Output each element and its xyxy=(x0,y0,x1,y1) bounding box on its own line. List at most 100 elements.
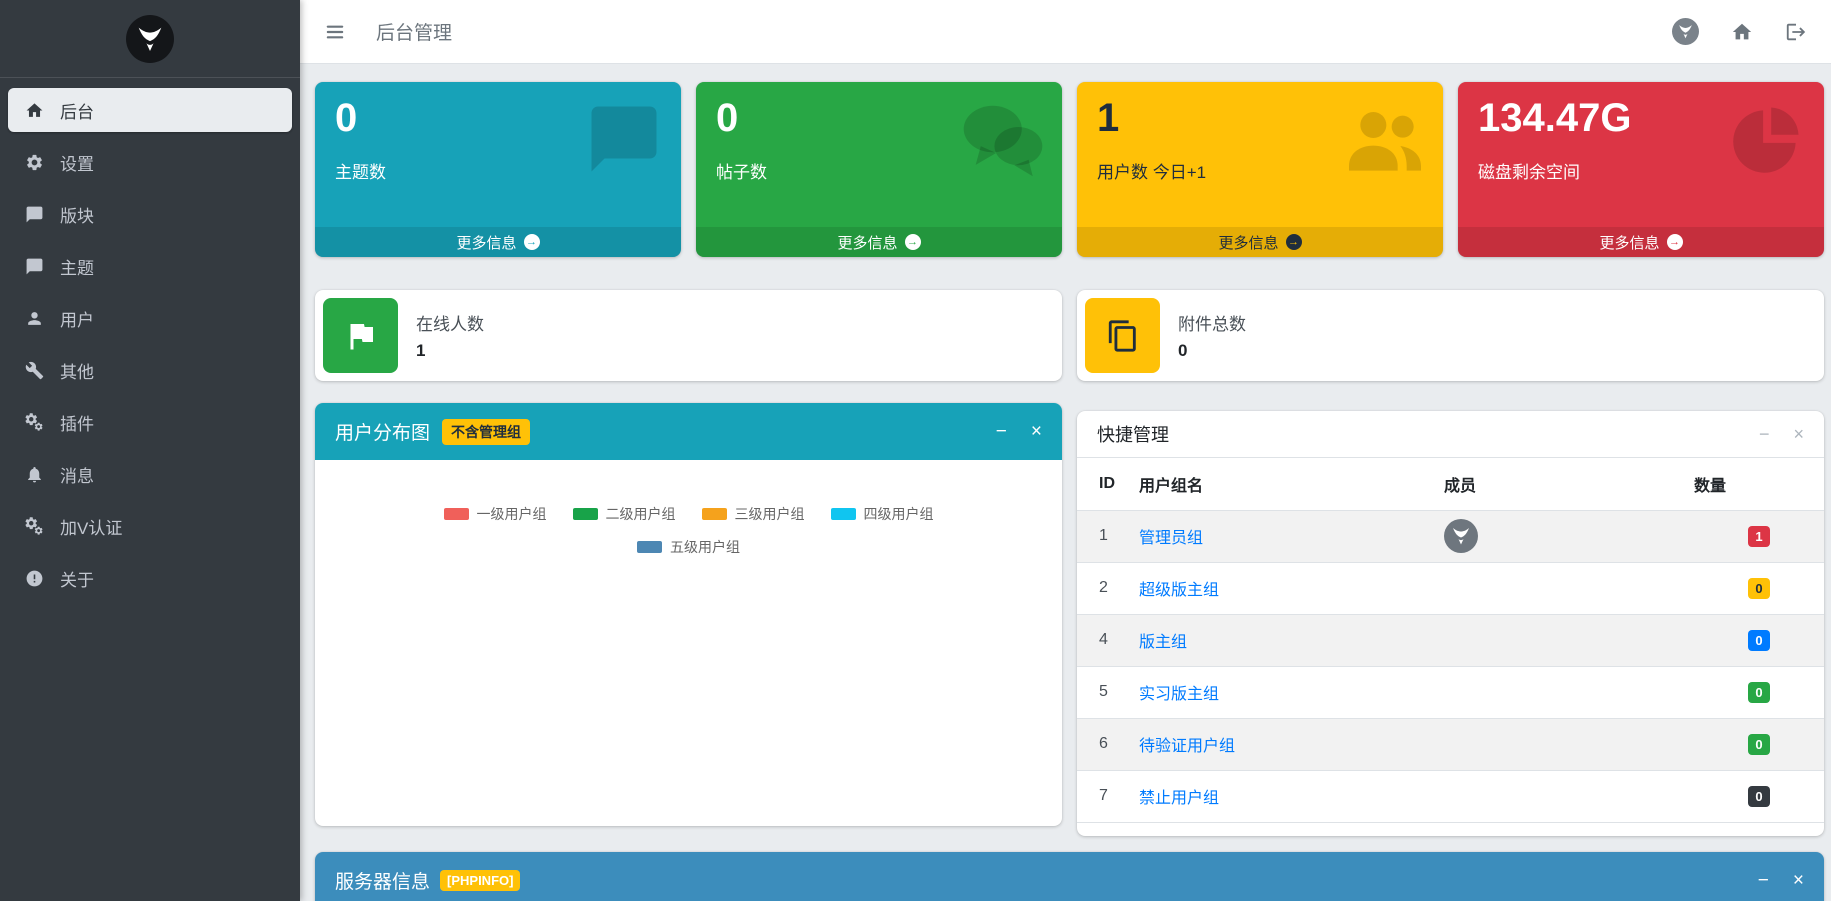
group-link[interactable]: 禁止用户组 xyxy=(1139,790,1219,807)
more-info-link[interactable]: 更多信息 → xyxy=(315,227,681,257)
arrow-circle-right-icon: → xyxy=(1667,234,1683,250)
close-icon[interactable]: × xyxy=(1793,871,1804,890)
info-label: 在线人数 xyxy=(416,310,484,335)
chart-area: 一级用户组 二级用户组 三级用户组 四级用户组 xyxy=(315,460,1062,826)
sidebar-item-label: 用户 xyxy=(60,306,94,331)
legend-item[interactable]: 二级用户组 xyxy=(573,504,676,524)
table-row: 4 版主组 0 xyxy=(1077,614,1824,666)
server-info-panel: 服务器信息 [PHPINFO] − × xyxy=(315,852,1824,901)
group-link[interactable]: 超级版主组 xyxy=(1139,582,1219,599)
legend-swatch xyxy=(637,541,662,553)
sidebar-item-plugins[interactable]: 插件 xyxy=(8,400,292,444)
wrench-icon xyxy=(22,361,46,380)
group-link[interactable]: 管理员组 xyxy=(1139,530,1203,547)
sidebar-item-messages[interactable]: 消息 xyxy=(8,452,292,496)
panel-header: 用户分布图 不含管理组 − × xyxy=(315,403,1062,460)
gear-icon xyxy=(22,153,46,172)
stat-value: 1 xyxy=(1097,94,1423,142)
main-area: 后台管理 0 主题数 更多信息 → 0 xyxy=(300,0,1831,901)
legend-item[interactable]: 四级用户组 xyxy=(831,504,934,524)
group-link[interactable]: 版主组 xyxy=(1139,634,1187,651)
sidebar-item-label: 关于 xyxy=(60,566,94,591)
minimize-icon[interactable]: − xyxy=(996,422,1007,441)
stat-value: 0 xyxy=(335,94,661,142)
more-info-link[interactable]: 更多信息 → xyxy=(1077,227,1443,257)
table-row: 2 超级版主组 0 xyxy=(1077,562,1824,614)
arrow-circle-right-icon: → xyxy=(1286,234,1302,250)
group-link[interactable]: 实习版主组 xyxy=(1139,686,1219,703)
home-icon[interactable] xyxy=(1731,21,1753,43)
stat-label: 帖子数 xyxy=(716,158,1042,183)
sidebar-nav: 后台 设置 版块 主题 用户 其他 插件 消息 xyxy=(0,78,300,618)
topbar-actions xyxy=(1672,18,1807,45)
bell-icon xyxy=(22,465,46,484)
home-icon xyxy=(22,101,46,120)
count-badge: 0 xyxy=(1748,630,1770,651)
stat-value: 0 xyxy=(716,94,1042,142)
info-box-online: 在线人数 1 xyxy=(315,290,1062,381)
legend-swatch xyxy=(702,508,727,520)
sign-out-icon[interactable] xyxy=(1785,21,1807,43)
info-box-attachments: 附件总数 0 xyxy=(1077,290,1824,381)
menu-toggle-button[interactable] xyxy=(324,21,346,43)
table-row: 1 管理员组 1 xyxy=(1077,510,1824,562)
phpinfo-link[interactable]: [PHPINFO] xyxy=(440,870,520,891)
table-row: 7 禁止用户组 0 xyxy=(1077,770,1824,822)
column-header-count: 数量 xyxy=(1694,458,1824,510)
panels-row: 用户分布图 不含管理组 − × 一级用户组 xyxy=(315,403,1824,836)
sidebar-item-verify[interactable]: 加V认证 xyxy=(8,504,292,548)
column-header-member: 成员 xyxy=(1444,458,1694,510)
group-id: 5 xyxy=(1077,666,1139,718)
chart-legend-row-1: 一级用户组 二级用户组 三级用户组 四级用户组 xyxy=(315,504,1062,524)
close-icon[interactable]: × xyxy=(1793,425,1804,443)
close-icon[interactable]: × xyxy=(1031,422,1042,441)
legend-swatch xyxy=(444,508,469,520)
sidebar-item-label: 后台 xyxy=(60,98,94,123)
comment-icon xyxy=(22,257,46,276)
more-info-link[interactable]: 更多信息 → xyxy=(696,227,1062,257)
topbar: 后台管理 xyxy=(300,0,1831,64)
user-avatar[interactable] xyxy=(1672,18,1699,45)
cogs-icon xyxy=(22,413,46,432)
sidebar-item-forums[interactable]: 版块 xyxy=(8,192,292,236)
member-avatar[interactable] xyxy=(1444,519,1478,553)
stat-value: 134.47G xyxy=(1478,94,1804,142)
info-value: 1 xyxy=(416,341,484,361)
panel-badge: 不含管理组 xyxy=(442,419,530,445)
minimize-icon[interactable]: − xyxy=(1759,425,1770,443)
sidebar-item-settings[interactable]: 设置 xyxy=(8,140,292,184)
user-icon xyxy=(22,309,46,328)
count-badge: 1 xyxy=(1748,526,1770,547)
stat-box-users: 1 用户数 今日+1 更多信息 → xyxy=(1077,82,1443,257)
group-link[interactable]: 待验证用户组 xyxy=(1139,738,1235,755)
group-id: 1 xyxy=(1077,510,1139,562)
panel-title: 快捷管理 xyxy=(1097,421,1169,447)
count-badge: 0 xyxy=(1748,786,1770,807)
chart-legend-row-2: 五级用户组 xyxy=(315,537,1062,557)
minimize-icon[interactable]: − xyxy=(1758,871,1769,890)
table-row: 6 待验证用户组 0 xyxy=(1077,718,1824,770)
sidebar-item-label: 加V认证 xyxy=(60,514,122,539)
stat-label: 主题数 xyxy=(335,158,661,183)
legend-item[interactable]: 五级用户组 xyxy=(637,537,740,557)
info-value: 0 xyxy=(1178,341,1246,361)
legend-item[interactable]: 一级用户组 xyxy=(444,504,547,524)
group-id: 7 xyxy=(1077,770,1139,822)
sidebar: 后台 设置 版块 主题 用户 其他 插件 消息 xyxy=(0,0,300,901)
panel-title: 用户分布图 xyxy=(335,418,430,445)
stat-box-disk: 134.47G 磁盘剩余空间 更多信息 → xyxy=(1458,82,1824,257)
column-header-id: ID xyxy=(1077,458,1139,510)
sidebar-item-dashboard[interactable]: 后台 xyxy=(8,88,292,132)
sidebar-item-threads[interactable]: 主题 xyxy=(8,244,292,288)
sidebar-item-users[interactable]: 用户 xyxy=(8,296,292,340)
more-info-link[interactable]: 更多信息 → xyxy=(1458,227,1824,257)
panel-header: 快捷管理 − × xyxy=(1077,411,1824,458)
stat-box-threads: 0 主题数 更多信息 → xyxy=(315,82,681,257)
page-title: 后台管理 xyxy=(376,18,452,45)
sidebar-item-about[interactable]: 关于 xyxy=(8,556,292,600)
flag-icon xyxy=(323,298,398,373)
count-badge: 0 xyxy=(1748,578,1770,599)
user-distribution-panel: 用户分布图 不含管理组 − × 一级用户组 xyxy=(315,403,1062,826)
sidebar-item-other[interactable]: 其他 xyxy=(8,348,292,392)
legend-item[interactable]: 三级用户组 xyxy=(702,504,805,524)
